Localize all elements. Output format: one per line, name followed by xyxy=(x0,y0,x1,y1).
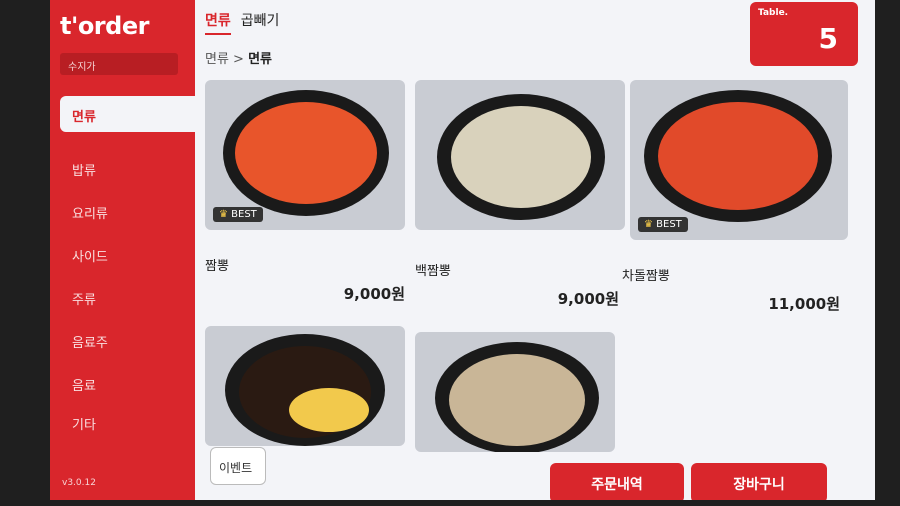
sidebar-item-label: 면류 xyxy=(72,110,96,125)
breadcrumb-parent: 면류 > xyxy=(205,52,244,67)
menu-item-white-jjamppong[interactable]: 백짬뽕 9,000원 xyxy=(415,80,625,308)
sidebar-item-label: 요리류 xyxy=(72,207,108,222)
menu-item-soup-noodle[interactable] xyxy=(415,332,615,452)
soup-image xyxy=(235,102,377,204)
brand-logo: t'order xyxy=(60,12,149,40)
table-label: Table. xyxy=(758,8,789,18)
breadcrumb: 면류 > 면류 xyxy=(205,48,272,67)
event-button[interactable]: 이벤트 xyxy=(210,447,266,485)
soup-image xyxy=(658,102,818,210)
tab-noodles[interactable]: 면류 xyxy=(205,10,231,35)
best-badge: ♛ BEST xyxy=(213,207,263,222)
noodle-image xyxy=(289,388,369,432)
sidebar-item-label: 음료 xyxy=(72,379,96,394)
sidebar-item-label: 음료주 xyxy=(72,336,108,351)
food-image: ♛ BEST xyxy=(630,80,848,240)
sidebar-item-label: 주류 xyxy=(72,293,96,308)
tab-large-size[interactable]: 곱빼기 xyxy=(241,10,280,35)
cart-button[interactable]: 장바구니 xyxy=(691,463,827,500)
sidebar-item-label: 기타 xyxy=(72,418,96,433)
sidebar-item-label: 사이드 xyxy=(72,250,108,265)
item-price: 11,000원 xyxy=(768,295,840,313)
order-history-button[interactable]: 주문내역 xyxy=(550,463,684,500)
category-tabs: 면류 곱빼기 xyxy=(205,10,279,35)
store-name: 수지가 xyxy=(60,53,178,75)
item-name: 차돌짬뽕 xyxy=(622,269,670,284)
food-image xyxy=(415,80,625,230)
menu-item-jjajangmyeon[interactable] xyxy=(205,326,405,446)
best-badge: ♛ BEST xyxy=(638,217,688,232)
sidebar-item-rice[interactable]: 밥류 xyxy=(60,150,195,186)
table-number: 5 xyxy=(818,22,838,55)
food-image xyxy=(415,332,615,452)
item-price: 9,000원 xyxy=(557,290,619,308)
sidebar-item-label: 밥류 xyxy=(72,164,96,179)
item-name: 짬뽕 xyxy=(205,259,229,274)
sidebar: t'order 수지가 면류 밥류 요리류 사이드 주류 음료주 음료 기타 v… xyxy=(50,0,195,500)
device-frame: t'order 수지가 면류 밥류 요리류 사이드 주류 음료주 음료 기타 v… xyxy=(0,0,900,506)
table-number-badge: Table. 5 xyxy=(750,2,858,66)
sidebar-item-drinks[interactable]: 음료 xyxy=(60,365,195,401)
breadcrumb-current: 면류 xyxy=(248,52,273,67)
item-price: 9,000원 xyxy=(343,285,405,303)
soup-image xyxy=(451,106,591,208)
sidebar-item-dishes[interactable]: 요리류 xyxy=(60,193,195,229)
item-name: 백짬뽕 xyxy=(415,264,451,279)
kiosk-screen: t'order 수지가 면류 밥류 요리류 사이드 주류 음료주 음료 기타 v… xyxy=(50,0,875,500)
sidebar-item-noodles[interactable]: 면류 xyxy=(60,96,195,132)
sidebar-item-etc[interactable]: 기타 xyxy=(60,404,195,440)
food-image: ♛ BEST xyxy=(205,80,405,230)
sidebar-item-drinks-alt[interactable]: 음료주 xyxy=(60,322,195,358)
menu-item-chadol-jjamppong[interactable]: ♛ BEST 차돌짬뽕 11,000원 xyxy=(622,80,852,315)
food-image xyxy=(205,326,405,446)
app-version: v3.0.12 xyxy=(62,478,96,488)
sidebar-item-alcohol[interactable]: 주류 xyxy=(60,279,195,315)
menu-item-jjamppong[interactable]: ♛ BEST 짬뽕 9,000원 xyxy=(205,80,405,305)
sidebar-item-sides[interactable]: 사이드 xyxy=(60,236,195,272)
soup-image xyxy=(449,354,585,446)
